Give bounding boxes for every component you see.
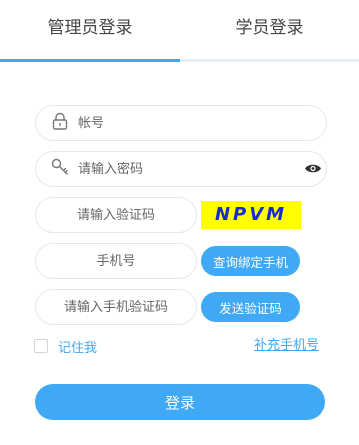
account-input[interactable] (78, 106, 318, 140)
login-tabs: 管理员登录 学员登录 (0, 0, 359, 62)
key-icon (51, 158, 69, 180)
captcha-image[interactable]: NPVM (201, 201, 301, 229)
add-phone-link[interactable]: 补充手机号 (254, 337, 319, 355)
lock-icon (52, 112, 68, 134)
remember-me-label[interactable]: 记住我 (58, 337, 97, 356)
tab-student-login[interactable]: 学员登录 (180, 14, 359, 42)
login-button[interactable]: 登录 (35, 384, 325, 420)
phone-input[interactable] (36, 244, 196, 278)
account-field-wrapper (35, 105, 327, 141)
remember-me[interactable]: 记住我 (34, 337, 97, 356)
phone-field-wrapper (35, 243, 197, 279)
sms-code-field-wrapper (35, 289, 197, 325)
captcha-field-wrapper (35, 197, 197, 233)
tab-admin-login[interactable]: 管理员登录 (0, 14, 180, 42)
send-code-button[interactable]: 发送验证码 (201, 292, 300, 322)
eye-icon[interactable] (304, 160, 322, 179)
query-bound-phone-button[interactable]: 查询绑定手机 (201, 246, 300, 276)
password-field-wrapper (35, 151, 327, 187)
sms-code-input[interactable] (36, 290, 196, 324)
tab-active-indicator (0, 59, 180, 62)
password-input[interactable] (78, 152, 293, 186)
captcha-input[interactable] (36, 198, 196, 232)
remember-me-checkbox[interactable] (34, 339, 48, 353)
